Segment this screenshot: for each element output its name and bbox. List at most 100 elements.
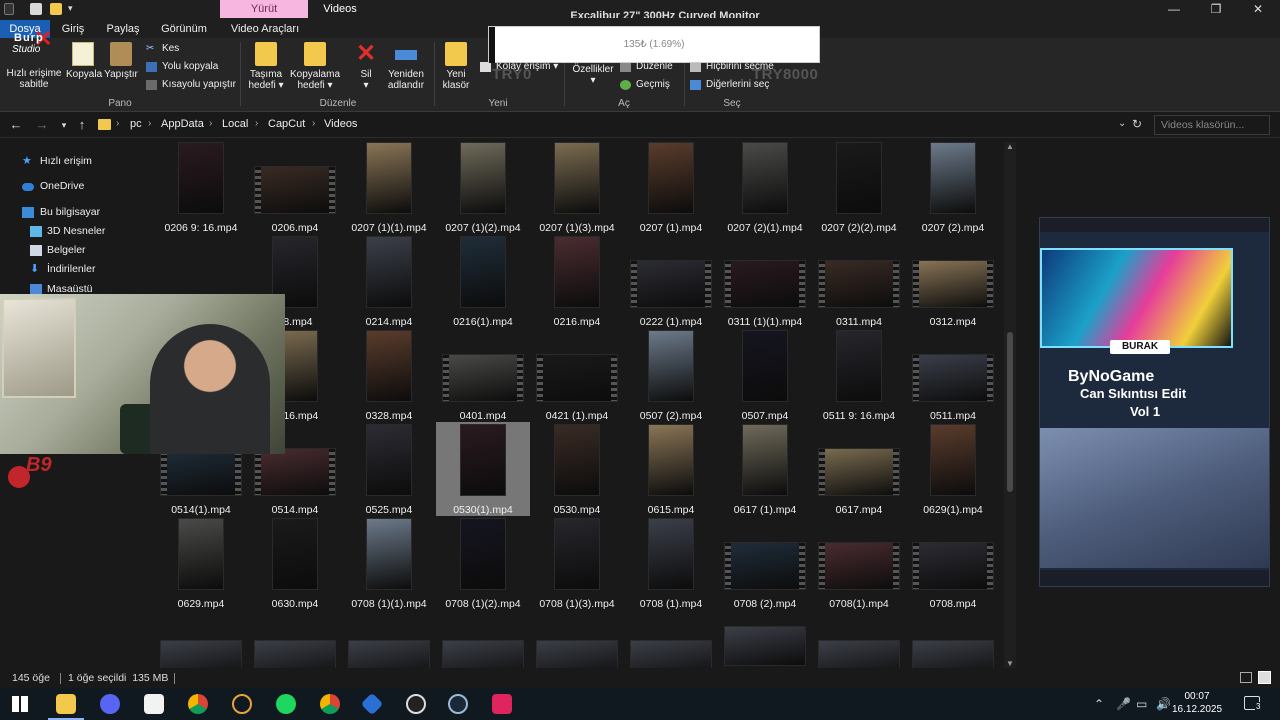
file-item[interactable]: 0311.mp4 [812, 234, 906, 328]
breadcrumb-local[interactable]: Local [222, 118, 248, 130]
steam-icon[interactable] [448, 694, 468, 714]
paste-shortcut-button[interactable]: Kısayolu yapıştır [146, 78, 236, 92]
breadcrumb-pc[interactable]: pc [130, 118, 142, 130]
forward-arrow-icon[interactable]: → [32, 116, 52, 134]
capcut-icon[interactable] [144, 694, 164, 714]
breadcrumb-videos[interactable]: Videos [324, 118, 357, 130]
file-item[interactable]: 0617 (1).mp4 [718, 422, 812, 516]
close-button[interactable]: ✕ [1238, 0, 1278, 18]
up-arrow-icon[interactable]: ↑ [72, 116, 92, 134]
file-item[interactable]: 0312.mp4 [906, 234, 1000, 328]
minimize-button[interactable]: — [1154, 0, 1194, 18]
new-folder-quick-icon[interactable] [50, 3, 62, 15]
file-item[interactable]: 0206.mp4 [248, 140, 342, 234]
system-clock[interactable]: 00:07 16.12.2025 [1172, 690, 1222, 716]
file-item[interactable]: 0511.mp4 [906, 328, 1000, 422]
file-item[interactable]: 0629(1).mp4 [906, 422, 1000, 516]
network-app-icon[interactable] [360, 692, 384, 716]
file-item[interactable]: 0214.mp4 [342, 234, 436, 328]
recent-locations-chevron-icon[interactable]: ▾ [54, 116, 74, 134]
file-item[interactable]: 0207 (2)(2).mp4 [812, 140, 906, 234]
file-item[interactable]: 0708 (1)(2).mp4 [436, 516, 530, 610]
scroll-up-arrow-icon[interactable]: ▲ [1004, 142, 1016, 151]
scrollbar-thumb[interactable] [1007, 332, 1013, 492]
show-hidden-icons-chevron-icon[interactable]: ⌃ [1094, 697, 1104, 711]
maximize-button[interactable]: ❐ [1196, 0, 1236, 18]
obs-icon[interactable] [406, 694, 426, 714]
large-icons-view-icon[interactable] [1258, 671, 1271, 684]
move-to-button[interactable]: Taşıma hedefi ▾ [246, 42, 286, 91]
copy-path-button[interactable]: Yolu kopyala [146, 60, 218, 74]
file-item[interactable]: 0530.mp4 [530, 422, 624, 516]
windows-start-icon[interactable] [12, 696, 28, 712]
history-button[interactable]: Geçmiş [620, 78, 670, 92]
file-item[interactable]: 0630.mp4 [248, 516, 342, 610]
notification-center-icon[interactable]: 3 [1244, 696, 1262, 711]
file-item[interactable]: 0530(1).mp4 [436, 422, 530, 516]
back-arrow-icon[interactable]: ← [6, 116, 26, 134]
new-folder-button[interactable]: Yeni klasör [438, 42, 474, 91]
file-item[interactable]: 0311 (1)(1).mp4 [718, 234, 812, 328]
file-item[interactable]: 0708 (1)(1).mp4 [342, 516, 436, 610]
file-item[interactable]: 0708 (2).mp4 [718, 516, 812, 610]
file-item[interactable]: 0629.mp4 [154, 516, 248, 610]
nav-this-pc[interactable]: Bu bilgisayar [22, 203, 100, 221]
file-item[interactable]: 0222 (1).mp4 [624, 234, 718, 328]
tab-gorunum[interactable]: Görünüm [156, 20, 212, 38]
refresh-icon[interactable]: ↻ [1132, 117, 1142, 131]
file-item[interactable]: 0617.mp4 [812, 422, 906, 516]
discord-icon[interactable] [100, 694, 120, 714]
file-item[interactable]: 0207 (2).mp4 [906, 140, 1000, 234]
nav-3d-objects[interactable]: 3D Nesneler [30, 222, 105, 240]
video-thumbnail[interactable] [724, 626, 806, 666]
address-path-box[interactable]: › pc › AppData › Local › CapCut › Videos… [94, 115, 1148, 135]
file-item[interactable]: 0207 (1).mp4 [624, 140, 718, 234]
address-dropdown-icon[interactable]: ⌄ [1118, 118, 1126, 129]
video-thumbnail[interactable] [348, 640, 430, 668]
video-thumbnail[interactable] [254, 640, 336, 668]
file-item[interactable]: 0216(1).mp4 [436, 234, 530, 328]
file-item[interactable]: 0401.mp4 [436, 328, 530, 422]
file-item[interactable]: 0708 (1)(3).mp4 [530, 516, 624, 610]
network-icon[interactable]: ▭ [1136, 697, 1147, 711]
search-input[interactable]: Videos klasörün... [1154, 115, 1270, 135]
breadcrumb-appdata[interactable]: AppData [161, 118, 204, 130]
chrome-profile-icon[interactable] [320, 694, 340, 714]
file-explorer-icon[interactable] [56, 694, 76, 714]
breadcrumb-capcut[interactable]: CapCut [268, 118, 305, 130]
copy-to-button[interactable]: Kopyalama hedefi ▾ [288, 42, 342, 91]
file-item[interactable]: 0216.mp4 [530, 234, 624, 328]
file-item[interactable]: 0511 9: 16.mp4 [812, 328, 906, 422]
file-item[interactable]: 0206 9: 16.mp4 [154, 140, 248, 234]
tab-video-araclari[interactable]: Video Araçları [226, 20, 304, 38]
file-item[interactable]: 0708(1).mp4 [812, 516, 906, 610]
cut-button[interactable]: ✂ Kes [146, 42, 179, 56]
video-thumbnail[interactable] [160, 640, 242, 668]
file-item[interactable]: 0525.mp4 [342, 422, 436, 516]
copy-button[interactable]: Kopyala [66, 42, 102, 80]
microphone-icon[interactable]: 🎤 [1116, 697, 1131, 711]
scroll-down-arrow-icon[interactable]: ▼ [1004, 659, 1016, 668]
file-item[interactable]: 0207 (1)(3).mp4 [530, 140, 624, 234]
video-thumbnail[interactable] [442, 640, 524, 668]
vertical-scrollbar[interactable]: ▲ ▼ [1004, 142, 1016, 668]
paste-button[interactable]: Yapıştır [104, 42, 138, 80]
pin-quick-access-button[interactable]: Hızlı erişime sabitle [4, 68, 64, 90]
video-thumbnail[interactable] [818, 640, 900, 668]
red-app-icon[interactable] [492, 694, 512, 714]
details-view-icon[interactable] [1240, 672, 1252, 683]
nav-documents[interactable]: Belgeler [30, 241, 86, 259]
nav-downloads[interactable]: ⬇ İndirilenler [30, 260, 95, 278]
file-item[interactable]: 0328.mp4 [342, 328, 436, 422]
context-tab-yurut[interactable]: Yürüt [220, 0, 308, 18]
file-item[interactable]: 0207 (1)(1).mp4 [342, 140, 436, 234]
file-item[interactable]: 0207 (1)(2).mp4 [436, 140, 530, 234]
chrome-icon[interactable] [188, 694, 208, 714]
properties-button[interactable]: Özellikler ▾ [570, 64, 616, 86]
rename-button[interactable]: Yeniden adlandır [384, 42, 428, 91]
video-thumbnail[interactable] [630, 640, 712, 668]
video-thumbnail[interactable] [912, 640, 994, 668]
file-item[interactable]: 0507.mp4 [718, 328, 812, 422]
file-item[interactable]: 0708 (1).mp4 [624, 516, 718, 610]
quick-access-dropdown-icon[interactable]: ▾ [68, 3, 73, 14]
